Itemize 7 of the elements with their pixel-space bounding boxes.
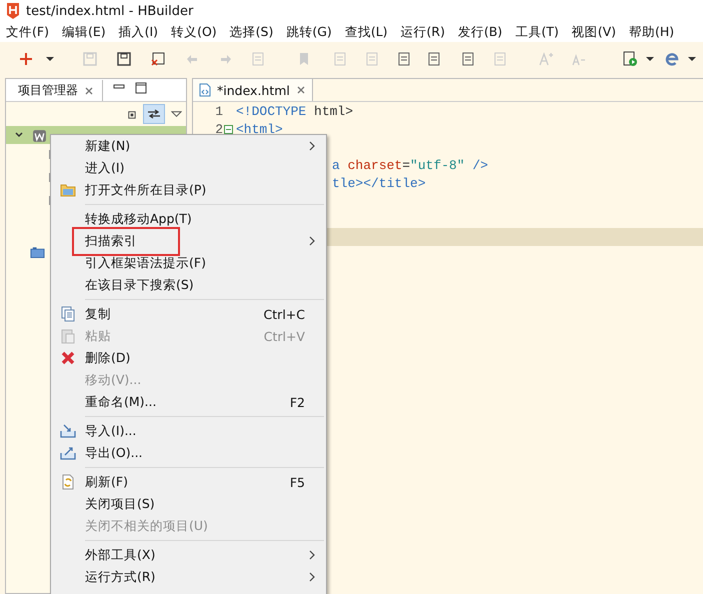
line-number: 1 <box>214 104 224 118</box>
code-text: a charset="utf-8" /> <box>331 158 488 172</box>
window-title: test/index.html - HBuilder <box>26 4 194 18</box>
code-text: tle></title> <box>331 176 426 190</box>
line-number: 2 <box>214 122 224 136</box>
code-text: <html> <box>235 122 283 136</box>
code-text: <!DOCTYPE html> <box>235 104 354 118</box>
